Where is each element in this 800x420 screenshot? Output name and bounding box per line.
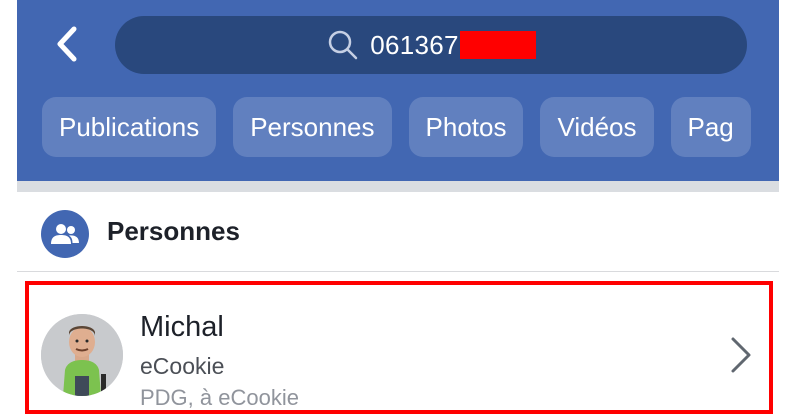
back-button[interactable] [45, 22, 89, 66]
section-separator [17, 181, 779, 192]
search-query: 061367 [370, 29, 459, 60]
person-job: PDG, à eCookie [140, 385, 299, 410]
tab-personnes[interactable]: Personnes [233, 97, 392, 157]
tab-photos[interactable]: Photos [408, 97, 524, 157]
avatar [41, 314, 123, 396]
search-results-screen: 061367 Publications Personnes Photos Vid… [17, 0, 779, 420]
section-title: Personnes [107, 216, 240, 246]
chevron-right-icon [731, 337, 751, 373]
tab-videos[interactable]: Vidéos [540, 97, 654, 157]
person-subtitle: eCookie [140, 353, 225, 379]
people-icon [41, 210, 89, 258]
search-header: 061367 Publications Personnes Photos Vid… [17, 0, 779, 181]
search-input[interactable]: 061367 [115, 16, 747, 74]
chevron-left-icon [57, 26, 77, 62]
filter-tabs: Publications Personnes Photos Vidéos Pag [42, 97, 751, 157]
tab-publications[interactable]: Publications [42, 97, 217, 157]
people-section-header: Personnes [17, 192, 779, 272]
search-icon [326, 28, 360, 62]
person-name: Michal [140, 311, 224, 343]
tab-pages[interactable]: Pag [670, 97, 751, 157]
redaction-box [459, 31, 536, 59]
person-result-row[interactable]: Michal eCookie PDG, à eCookie [25, 281, 773, 414]
